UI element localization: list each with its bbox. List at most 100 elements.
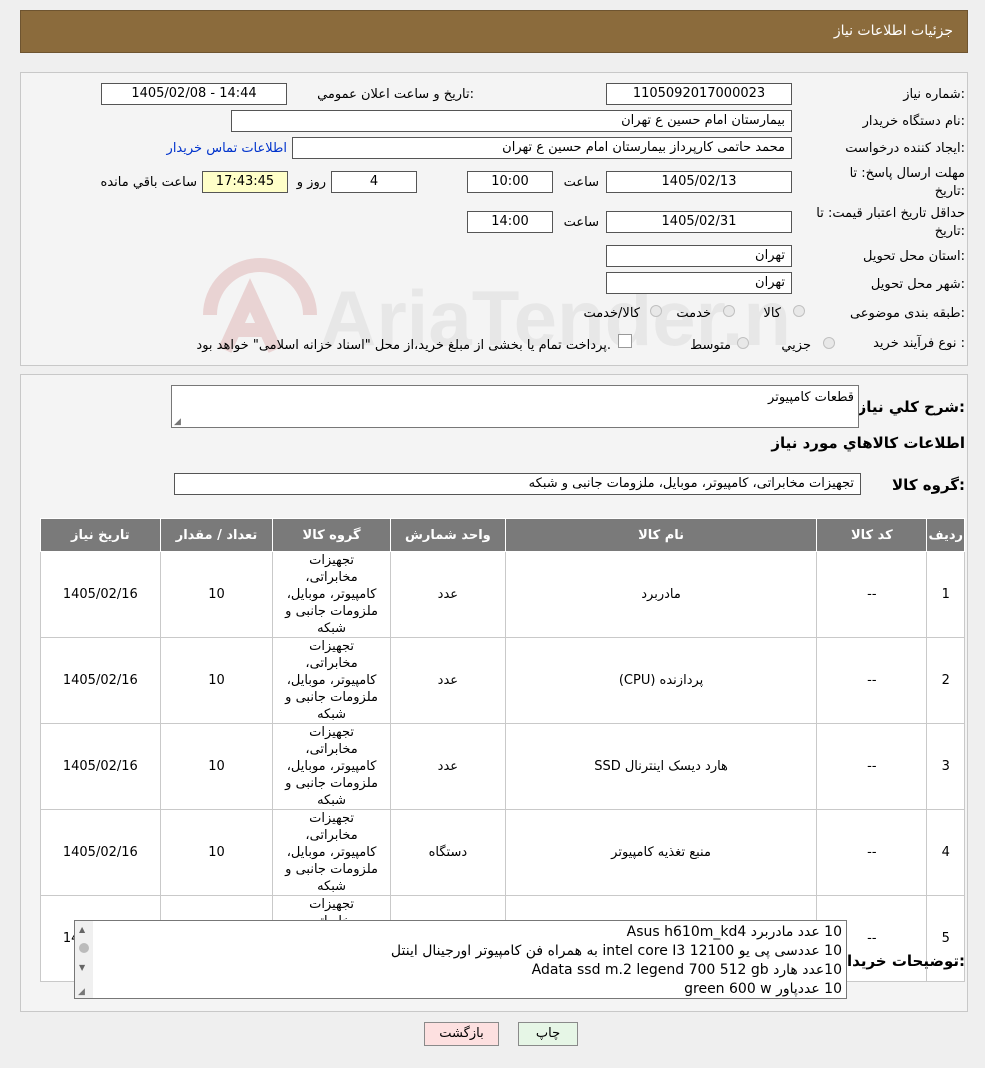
announce-label: تاریخ و ساعت اعلان عمومي:: [317, 87, 474, 102]
notes-scrollbar[interactable]: ▲ ▼ ◢: [75, 921, 93, 998]
cell-date: 1405/02/16: [40, 637, 161, 724]
process-option-minor: جزيي: [781, 338, 811, 353]
notes-line: 10 عدد مادربرد Asus h610m_kd4: [626, 924, 842, 940]
table-row: 2 -- پردازنده (CPU) عدد تجهیزات مخابراتی، کا…: [40, 637, 965, 724]
cell-group: تجهیزات مخابراتی، کامپیوتر، موبایل، ملزو…: [272, 637, 391, 724]
cell-qty: 10: [159, 637, 274, 724]
notes-line: 10 عددسی پی یو intel core I3 12100 به هم…: [390, 943, 842, 959]
validity-time-label: ساعت: [563, 215, 599, 230]
col-header-index: رديف: [926, 518, 965, 552]
general-desc-text: قطعات کامپیوتر: [768, 390, 854, 405]
deadline-time-label: ساعت: [563, 175, 599, 190]
cell-qty: 10: [159, 551, 274, 638]
category-radio-goods[interactable]: [793, 305, 805, 317]
table-row: 1 -- مادربرد عدد تجهیزات مخابراتی، کامپیوتر،…: [40, 551, 965, 638]
table-row: 3 -- هارد دیسک اینترنال SSD عدد تجهیزات مخاب…: [40, 723, 965, 810]
buyer-notes-label: توضیحات خریدار:: [838, 952, 965, 970]
validity-date-label: تاريخ:: [934, 224, 965, 239]
category-label: طبقه بندی موضوعی:: [849, 306, 965, 321]
validity-time-field: 14:00: [467, 211, 553, 233]
cell-qty: 10: [159, 723, 274, 810]
buyer-org-field: بیمارستان امام حسین ع تهران: [231, 110, 792, 132]
remaining-time-label: ساعت باقي مانده: [100, 175, 197, 190]
cell-code: --: [816, 723, 928, 810]
creator-label: ايجاد کننده درخواست:: [845, 141, 965, 156]
notes-line: 10 عددپاور green 600 w: [684, 981, 842, 997]
cell-code: --: [816, 809, 928, 896]
print-button[interactable]: چاپ: [518, 1022, 578, 1046]
province-field: تهران: [606, 245, 792, 267]
notes-line: 10عدد هارد Adata ssd m.2 legend 700 512 …: [531, 962, 842, 978]
validity-date-field: 1405/02/31: [606, 211, 792, 233]
city-field: تهران: [606, 272, 792, 294]
general-desc-field: قطعات کامپیوتر ◢: [171, 385, 859, 428]
process-radio-minor[interactable]: [823, 337, 835, 349]
cell-unit: دستگاه: [389, 809, 506, 896]
col-header-date: تاریخ نیاز: [40, 518, 161, 552]
cell-name: پردازنده (CPU): [504, 637, 818, 724]
category-option-goods: کالا: [763, 306, 781, 321]
col-header-code: کد کالا: [816, 518, 928, 552]
deadline-date-label: تاريخ:: [934, 184, 965, 199]
deadline-date-field: 1405/02/13: [606, 171, 792, 193]
category-radio-goods-service[interactable]: [650, 305, 662, 317]
page-header: جزئیات اطلاعات نیاز: [20, 10, 968, 53]
cell-group: تجهیزات مخابراتی، کامپیوتر، موبایل، ملزو…: [272, 551, 391, 638]
scroll-thumb[interactable]: [79, 943, 89, 953]
cell-index: 1: [926, 551, 965, 638]
need-number-label: شماره نیاز:: [903, 87, 965, 102]
cell-group: تجهیزات مخابراتی، کامپیوتر، موبایل، ملزو…: [272, 809, 391, 896]
cell-group: تجهیزات مخابراتی، کامپیوتر، موبایل، ملزو…: [272, 723, 391, 810]
cell-date: 1405/02/16: [40, 551, 161, 638]
category-option-goods-service: کالا/خدمت: [583, 306, 640, 321]
treasury-checkbox[interactable]: [618, 334, 632, 348]
col-header-group: گروه کالا: [272, 518, 391, 552]
cell-code: --: [816, 551, 928, 638]
cell-name: منبع تغذیه کامپیوتر: [504, 809, 818, 896]
buyer-contact-link[interactable]: اطلاعات تماس خريدار: [167, 141, 287, 156]
process-radio-medium[interactable]: [737, 337, 749, 349]
process-label: نوع فرآيند خريد :: [873, 336, 965, 351]
city-label: شهر محل تحويل:: [870, 277, 965, 292]
scroll-up-icon[interactable]: ▲: [79, 925, 85, 934]
category-radio-service[interactable]: [723, 305, 735, 317]
resize-grip-icon[interactable]: ◢: [78, 987, 85, 997]
table-header-row: رديف کد کالا نام کالا واحد شمارش گروه کا…: [40, 518, 965, 552]
need-number-field: 1105092017000023: [606, 83, 792, 105]
cell-index: 2: [926, 637, 965, 724]
cell-name: مادربرد: [504, 551, 818, 638]
cell-date: 1405/02/16: [40, 723, 161, 810]
days-remaining-field: 4: [331, 171, 417, 193]
back-button[interactable]: بازگشت: [424, 1022, 499, 1046]
col-header-unit: واحد شمارش: [389, 518, 506, 552]
goods-info-title: اطلاعات کالاهاي مورد نياز: [771, 434, 965, 452]
cell-qty: 10: [159, 809, 274, 896]
cell-unit: عدد: [389, 723, 506, 810]
validity-label: حداقل تاريخ اعتبار قيمت: تا: [816, 206, 965, 221]
process-note: پرداخت تمام یا بخشی از مبلغ خرید،از محل …: [196, 338, 611, 353]
general-desc-label: شرح کلي نياز:: [857, 398, 965, 416]
scroll-down-icon[interactable]: ▼: [79, 963, 85, 972]
category-option-service: خدمت: [676, 306, 711, 321]
province-label: استان محل تحويل:: [863, 249, 965, 264]
cell-date: 1405/02/16: [40, 809, 161, 896]
creator-field: محمد حاتمی کارپرداز بیمارستان امام حسین …: [292, 137, 792, 159]
cell-name: هارد دیسک اینترنال SSD: [504, 723, 818, 810]
buyer-org-label: نام دستگاه خريدار:: [862, 114, 965, 129]
page-title: جزئیات اطلاعات نیاز: [833, 23, 953, 39]
goods-group-label: گروه کالا:: [892, 476, 965, 494]
cell-unit: عدد: [389, 551, 506, 638]
cell-index: 3: [926, 723, 965, 810]
cell-unit: عدد: [389, 637, 506, 724]
cell-code: --: [816, 637, 928, 724]
days-label: روز و: [296, 175, 326, 190]
announce-datetime-field: 1405/02/08 - 14:44: [101, 83, 287, 105]
buyer-notes-field[interactable]: ▲ ▼ ◢ 10 عدد مادربرد Asus h610m_kd4 10 ع…: [74, 920, 847, 999]
col-header-name: نام کالا: [504, 518, 818, 552]
cell-index: 4: [926, 809, 965, 896]
resize-grip-icon[interactable]: ◢: [174, 417, 181, 427]
remaining-time-field: 17:43:45: [202, 171, 288, 193]
deadline-time-field: 10:00: [467, 171, 553, 193]
process-option-medium: متوسط: [690, 338, 731, 353]
table-row: 4 -- منبع تغذیه کامپیوتر دستگاه تجهیزات مخاب…: [40, 809, 965, 896]
